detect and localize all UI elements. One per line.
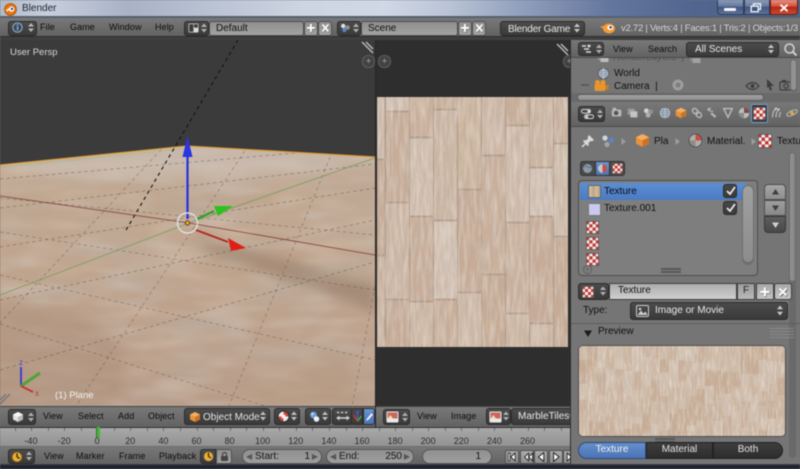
svg-text:x: x: [35, 389, 39, 398]
svg-text:z: z: [19, 358, 23, 367]
svg-text:(1) Plane: (1) Plane: [55, 390, 94, 401]
